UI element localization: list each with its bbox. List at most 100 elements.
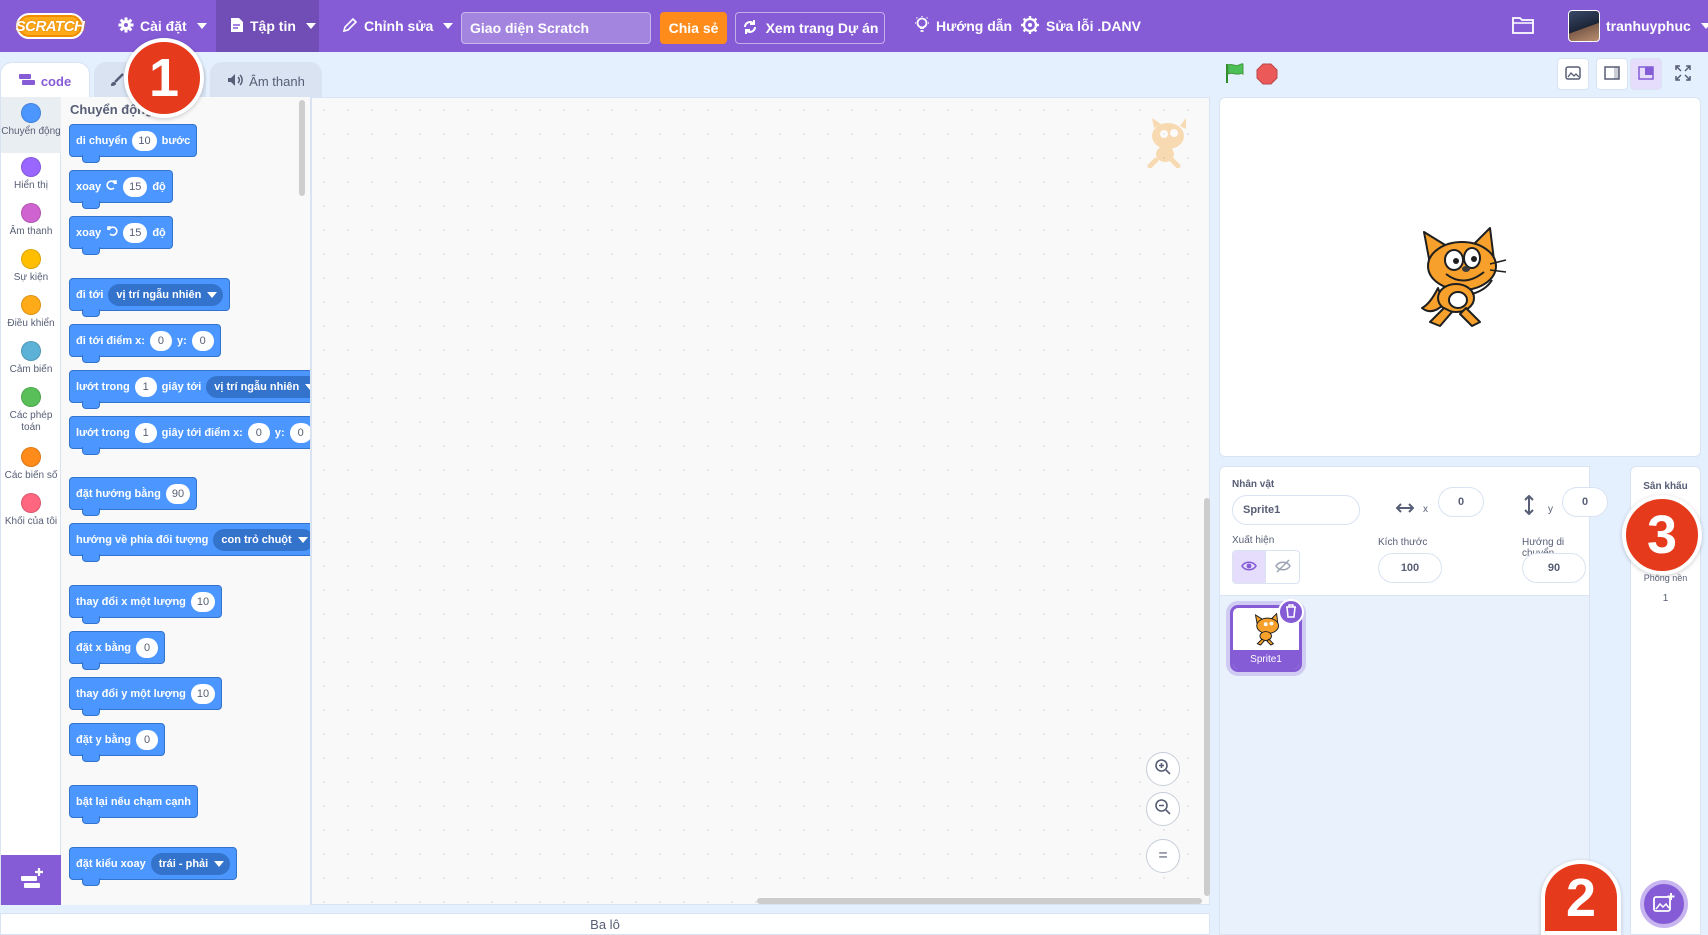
block-input[interactable]: 15 bbox=[123, 176, 148, 197]
add-extension-button[interactable] bbox=[1, 855, 62, 905]
screenshot-button[interactable] bbox=[1557, 58, 1589, 90]
block-point-towards[interactable]: hướng về phía đối tượng con trỏ chuột bbox=[69, 523, 310, 562]
hide-sprite-button[interactable] bbox=[1266, 551, 1299, 583]
backpack[interactable]: Ba lô bbox=[0, 913, 1210, 935]
block-input[interactable]: 10 bbox=[190, 683, 216, 704]
block-input[interactable]: 0 bbox=[191, 330, 214, 351]
block-input[interactable]: 1 bbox=[134, 376, 157, 397]
project-title-input[interactable] bbox=[461, 12, 651, 44]
block-go-to-xy[interactable]: đi tới điểm x: 0 y: 0 bbox=[69, 324, 221, 363]
x-position-input[interactable] bbox=[1438, 487, 1484, 517]
category-my-blocks[interactable]: Khối của tôi bbox=[1, 493, 61, 528]
tab-code[interactable]: code bbox=[0, 62, 90, 100]
block-change-y[interactable]: thay đổi y một lượng 10 bbox=[69, 677, 223, 716]
block-text: độ bbox=[152, 226, 166, 239]
large-stage-button[interactable] bbox=[1630, 58, 1662, 90]
block-text: lướt trong bbox=[76, 426, 130, 439]
edit-label: Chỉnh sửa bbox=[364, 18, 434, 34]
eye-icon bbox=[1241, 560, 1257, 575]
category-control[interactable]: Điều khiển bbox=[1, 295, 61, 330]
block-bounce-on-edge[interactable]: bật lại nếu chạm cạnh bbox=[69, 785, 198, 824]
category-sound[interactable]: Âm thanh bbox=[1, 203, 61, 238]
block-input[interactable]: 1 bbox=[134, 422, 157, 443]
block-turn-right[interactable]: xoay 15 độ bbox=[69, 170, 173, 209]
palette-scrollbar[interactable] bbox=[299, 100, 305, 196]
account-menu[interactable]: tranhuyphuc bbox=[1568, 0, 1708, 52]
delete-sprite-button[interactable] bbox=[1278, 599, 1304, 625]
block-input[interactable]: 15 bbox=[123, 222, 148, 243]
block-input[interactable]: 0 bbox=[136, 729, 159, 750]
pencil-icon bbox=[342, 17, 358, 36]
block-dropdown[interactable]: vị trí ngẫu nhiên bbox=[108, 283, 224, 306]
block-dropdown[interactable]: vị trí ngẫu nhiên bbox=[206, 375, 310, 398]
script-area-horizontal-scrollbar[interactable] bbox=[757, 898, 1202, 904]
block-set-rotation-style[interactable]: đặt kiểu xoay trái - phải bbox=[69, 847, 238, 886]
block-input[interactable]: 0 bbox=[136, 637, 159, 658]
block-input[interactable]: 10 bbox=[132, 130, 157, 151]
cat-sprite-icon[interactable] bbox=[1410, 224, 1510, 331]
sprite-name-input[interactable] bbox=[1232, 495, 1360, 525]
block-move-steps[interactable]: di chuyển 10 bước bbox=[69, 124, 198, 163]
block-text: giây tới điểm x: bbox=[161, 426, 243, 439]
file-menu[interactable]: Tập tin bbox=[216, 0, 319, 52]
size-input[interactable] bbox=[1378, 553, 1442, 583]
small-stage-icon bbox=[1604, 65, 1620, 83]
stop-sign-icon[interactable] bbox=[1256, 63, 1278, 88]
block-set-x[interactable]: đặt x bằng 0 bbox=[69, 631, 166, 670]
category-events[interactable]: Sự kiện bbox=[1, 249, 61, 284]
block-input[interactable]: 90 bbox=[165, 483, 191, 504]
script-area-vertical-scrollbar[interactable] bbox=[1204, 498, 1210, 896]
block-dropdown[interactable]: trái - phải bbox=[150, 852, 231, 875]
green-flag-icon[interactable] bbox=[1224, 62, 1246, 87]
block-set-y[interactable]: đặt y bằng 0 bbox=[69, 723, 166, 762]
show-sprite-button[interactable] bbox=[1233, 551, 1267, 583]
y-position-input[interactable] bbox=[1562, 487, 1608, 517]
zoom-in-button[interactable] bbox=[1146, 752, 1180, 786]
share-button[interactable]: Chia sẻ bbox=[660, 12, 727, 44]
file-label: Tập tin bbox=[250, 18, 296, 34]
category-label: Điều khiển bbox=[7, 318, 55, 329]
fullscreen-button[interactable] bbox=[1667, 58, 1699, 90]
block-text: độ bbox=[152, 180, 166, 193]
annotation-badge-1: 1 bbox=[124, 38, 204, 118]
small-stage-button[interactable] bbox=[1596, 58, 1628, 90]
choose-backdrop-button[interactable] bbox=[1640, 880, 1688, 928]
tutorials-button[interactable]: Hướng dẫn bbox=[914, 0, 1012, 52]
block-input[interactable]: 0 bbox=[149, 330, 172, 351]
scratch-logo[interactable]: SCRATCH bbox=[16, 13, 85, 39]
visibility-toggle bbox=[1232, 550, 1300, 584]
category-operators[interactable]: Các phép toán bbox=[1, 387, 61, 434]
script-area[interactable]: = bbox=[311, 97, 1210, 905]
tab-sounds[interactable]: Âm thanh bbox=[210, 62, 322, 100]
debug-button[interactable]: Sửa lỗi .DANV bbox=[1020, 0, 1141, 52]
block-point-in-direction[interactable]: đặt hướng bằng 90 bbox=[69, 477, 198, 516]
direction-input[interactable] bbox=[1522, 553, 1586, 583]
sprite-info-panel: Nhân vật x y Xuất hiện Kích thước Hướng … bbox=[1219, 466, 1608, 596]
block-glide-to[interactable]: lướt trong 1 giây tới vị trí ngẫu nhiên bbox=[69, 370, 310, 409]
cat-thumbnail-icon bbox=[1251, 612, 1283, 649]
block-dropdown[interactable]: con trỏ chuột bbox=[213, 528, 310, 551]
size-label: Kích thước bbox=[1378, 537, 1428, 548]
block-glide-to-xy[interactable]: lướt trong 1 giây tới điểm x: 0 y: 0 bbox=[69, 416, 310, 455]
block-input[interactable]: 0 bbox=[289, 422, 310, 443]
category-sensing[interactable]: Cảm biến bbox=[1, 341, 61, 376]
sprite-list: Sprite1 bbox=[1219, 596, 1590, 935]
see-project-page-button[interactable]: Xem trang Dự án bbox=[735, 12, 885, 44]
category-variables[interactable]: Các biến số bbox=[1, 447, 61, 482]
lightbulb-icon bbox=[914, 15, 930, 37]
category-motion[interactable]: Chuyển động bbox=[1, 97, 61, 153]
zoom-reset-button[interactable]: = bbox=[1146, 839, 1180, 873]
dropdown-value: con trỏ chuột bbox=[221, 533, 292, 546]
stage-canvas[interactable] bbox=[1219, 97, 1701, 457]
my-stuff-button[interactable] bbox=[1512, 0, 1534, 52]
block-input[interactable]: 0 bbox=[247, 422, 270, 443]
block-change-x[interactable]: thay đổi x một lượng 10 bbox=[69, 585, 223, 624]
zoom-out-button[interactable] bbox=[1146, 792, 1180, 826]
block-go-to[interactable]: đi tới vị trí ngẫu nhiên bbox=[69, 278, 231, 317]
category-looks[interactable]: Hiển thị bbox=[1, 157, 61, 192]
chevron-down-icon bbox=[196, 23, 207, 29]
dropdown-value: vị trí ngẫu nhiên bbox=[116, 288, 202, 301]
block-turn-left[interactable]: xoay 15 độ bbox=[69, 216, 173, 255]
block-input[interactable]: 10 bbox=[190, 591, 216, 612]
edit-menu[interactable]: Chỉnh sửa bbox=[342, 0, 454, 52]
